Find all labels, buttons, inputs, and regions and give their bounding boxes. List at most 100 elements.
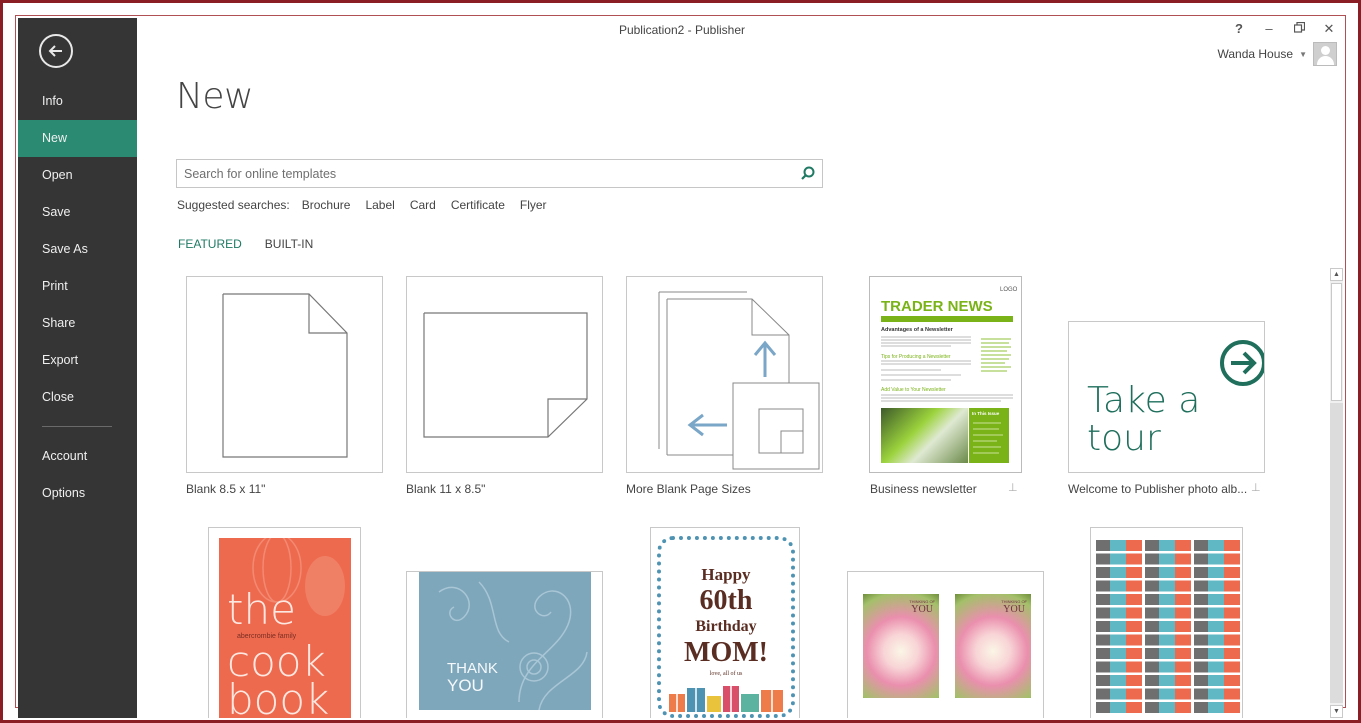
label-cell (1096, 607, 1142, 619)
template-label: Blank 11 x 8.5" (406, 482, 486, 496)
back-arrow-icon (48, 45, 62, 57)
sidebar-item-new[interactable]: New (18, 120, 137, 157)
label-cell (1145, 540, 1191, 551)
birthday-sign: love, all of us (709, 671, 743, 677)
sidebar-item-share[interactable]: Share (18, 305, 137, 342)
sidebar-item-print[interactable]: Print (18, 268, 137, 305)
template-thumbnail (186, 276, 383, 473)
thankyou-text: THANK YOU (447, 660, 498, 694)
minimize-button[interactable]: – (1261, 20, 1277, 38)
label-cell (1096, 580, 1142, 592)
pin-icon[interactable]: ⊥ (1251, 481, 1261, 494)
tab-featured[interactable]: FEATURED (178, 237, 242, 251)
label-cell (1194, 675, 1240, 686)
cookbook-line1: the (227, 585, 296, 634)
label-cell (1194, 580, 1240, 592)
label-cell (1145, 607, 1191, 619)
label-cell (1096, 675, 1142, 686)
label-cell (1194, 567, 1240, 578)
newsletter-sidebar: In This Issue (969, 408, 1009, 463)
thinking-tag2: YOU (1003, 604, 1025, 615)
labels-grid (1096, 540, 1240, 713)
search-button[interactable] (798, 164, 818, 184)
vertical-scrollbar[interactable]: ▲ ▼ (1330, 268, 1343, 718)
back-button[interactable] (39, 34, 73, 68)
template-thumbnail: Happy 60th Birthday MOM! love, all of us (650, 527, 800, 718)
suggested-flyer[interactable]: Flyer (520, 198, 547, 212)
label-cell (1145, 648, 1191, 659)
birthday-text: Happy 60th Birthday MOM! love, all of us (661, 564, 791, 680)
swirl-decoration (438, 581, 588, 711)
label-cell (1194, 553, 1240, 565)
restore-icon (1293, 21, 1305, 33)
label-cell (1194, 702, 1240, 713)
newsletter-text-lines (881, 336, 1013, 402)
label-cell (1145, 567, 1191, 578)
scroll-track[interactable] (1330, 403, 1343, 703)
suggested-label-link[interactable]: Label (365, 198, 394, 212)
template-label: Business newsletter (870, 482, 977, 496)
label-cell (1145, 621, 1191, 632)
user-account[interactable]: Wanda House ▼ (1217, 42, 1337, 66)
newsletter-sidebar-title: In This Issue (972, 411, 1000, 416)
flower-photo: THINKING OF YOU (863, 594, 939, 698)
thinking-tag: THINKING OF YOU (909, 599, 935, 615)
page-title: New (176, 76, 254, 117)
template-thumbnail: THINKING OF YOU THINKING OF YOU (847, 571, 1044, 718)
label-cell (1194, 634, 1240, 646)
scroll-down-button[interactable]: ▼ (1330, 705, 1343, 718)
template-thumbnail: LOGO TRADER NEWS Advantages of a Newslet… (869, 276, 1022, 473)
sidebar-item-options[interactable]: Options (18, 475, 137, 512)
newsletter-headline: TRADER NEWS (881, 298, 993, 315)
restore-button[interactable] (1291, 20, 1307, 38)
template-label: More Blank Page Sizes (626, 482, 751, 496)
birthday-line4: MOM! (684, 637, 768, 668)
label-cell (1096, 634, 1142, 646)
suggested-card[interactable]: Card (410, 198, 436, 212)
template-thumbnail: Take a tour (1068, 321, 1265, 473)
search-icon (801, 166, 815, 180)
blank-landscape-icon (423, 312, 588, 438)
close-button[interactable]: ✕ (1321, 20, 1337, 38)
user-name: Wanda House (1217, 47, 1294, 61)
avatar (1313, 42, 1337, 66)
page-sizes-icon (658, 291, 820, 470)
scroll-thumb[interactable] (1331, 283, 1342, 401)
suggested-certificate[interactable]: Certificate (451, 198, 505, 212)
newsletter-bar (881, 316, 1013, 322)
sidebar-item-account[interactable]: Account (18, 438, 137, 475)
thankyou-line1: THANK (447, 660, 498, 677)
label-cell (1096, 661, 1142, 673)
label-cell (1096, 702, 1142, 713)
birthday-line3: Birthday (695, 618, 757, 635)
label-cell (1194, 607, 1240, 619)
sidebar-item-export[interactable]: Export (18, 342, 137, 379)
sidebar-item-save-as[interactable]: Save As (18, 231, 137, 268)
search-box (176, 159, 823, 188)
newsletter-section1: Tips for Producing a Newsletter (881, 354, 951, 360)
suggested-brochure[interactable]: Brochure (302, 198, 351, 212)
label-cell (1096, 594, 1142, 605)
label-cell (1194, 621, 1240, 632)
suggested-label: Suggested searches: (177, 198, 290, 212)
newsletter-section2: Add Value to Your Newsletter (881, 387, 946, 393)
template-thumbnail (1090, 527, 1243, 718)
template-label: Blank 8.5 x 11" (186, 482, 266, 496)
chevron-down-icon: ▼ (1299, 49, 1307, 59)
sidebar-item-close[interactable]: Close (18, 379, 137, 416)
sidebar-item-info[interactable]: Info (18, 83, 137, 120)
sidebar-item-save[interactable]: Save (18, 194, 137, 231)
search-input[interactable] (177, 160, 777, 187)
blank-portrait-icon (222, 293, 348, 458)
tab-built-in[interactable]: BUILT-IN (265, 237, 313, 251)
label-cell (1145, 661, 1191, 673)
backstage-sidebar: Info New Open Save Save As Print Share E… (18, 18, 137, 718)
label-cell (1194, 648, 1240, 659)
label-cell (1096, 540, 1142, 551)
sidebar-item-open[interactable]: Open (18, 157, 137, 194)
pin-icon[interactable]: ⊥ (1008, 481, 1018, 494)
newsletter-sidebar-lines (973, 422, 1003, 454)
label-cell (1096, 688, 1142, 700)
help-button[interactable]: ? (1231, 20, 1247, 38)
scroll-up-button[interactable]: ▲ (1330, 268, 1343, 281)
